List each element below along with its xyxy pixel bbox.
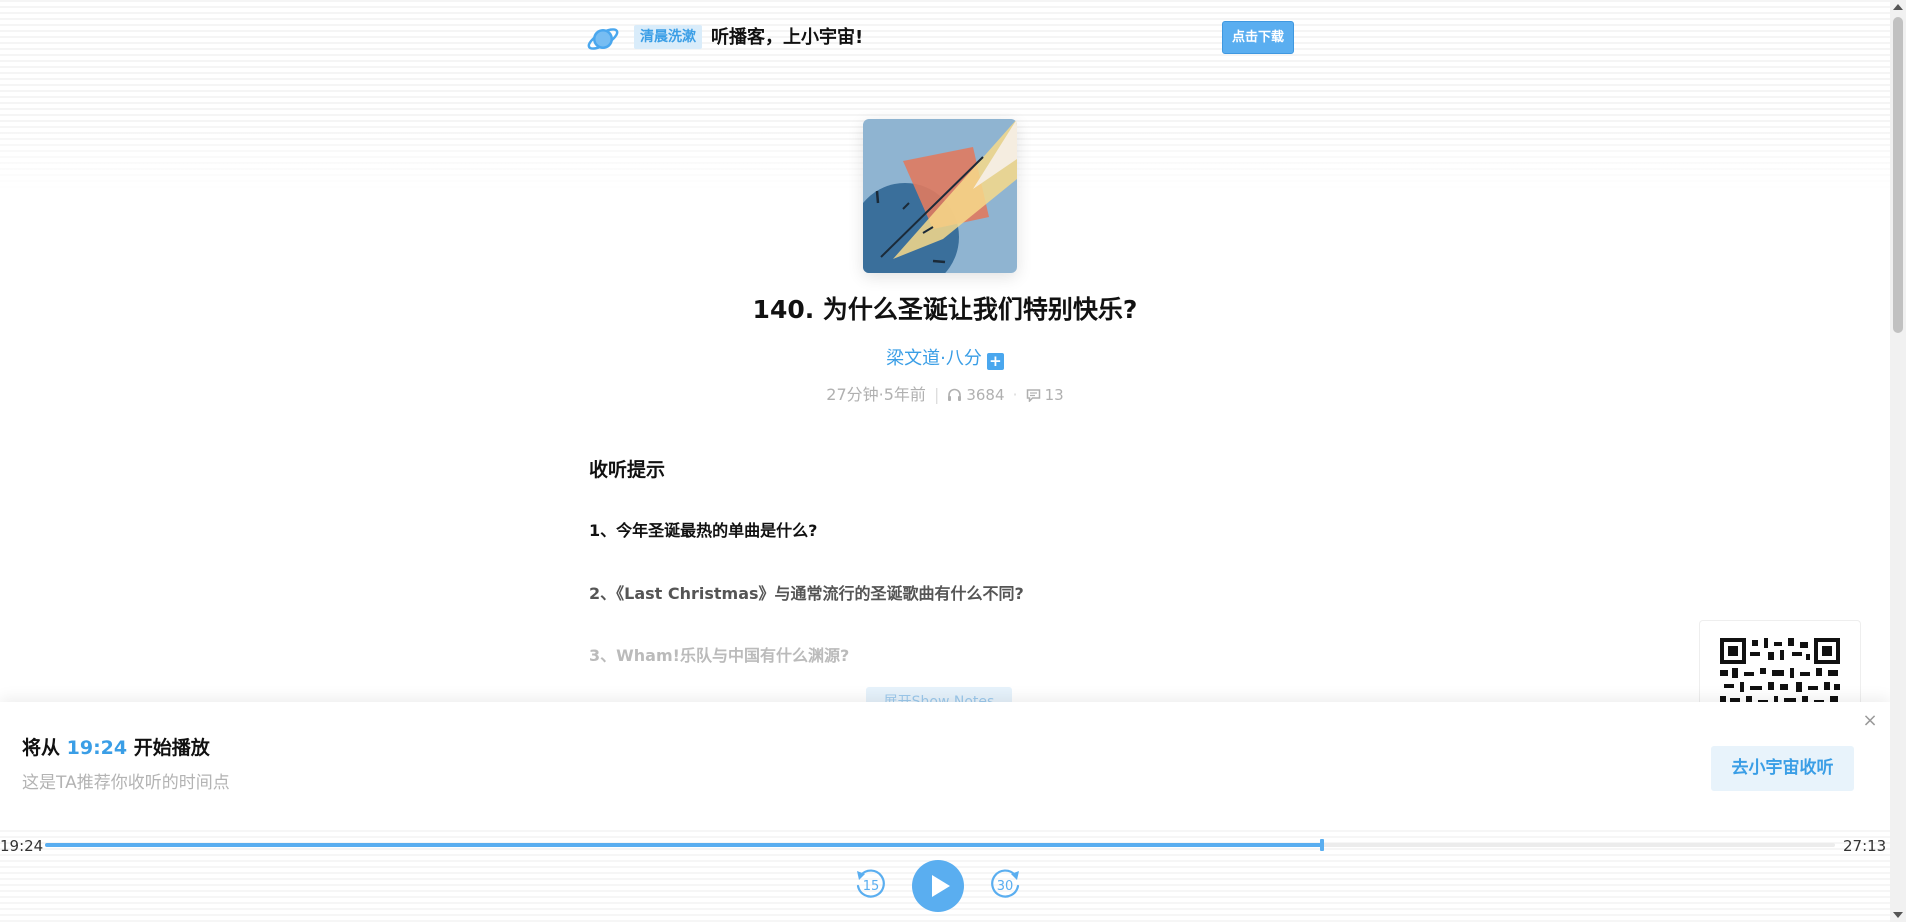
shownote-item: 2、《Last Christmas》与通常流行的圣诞歌曲有什么不同? bbox=[589, 584, 1024, 603]
plus-icon[interactable]: + bbox=[986, 353, 1004, 370]
progress-bar[interactable] bbox=[45, 839, 1835, 851]
scroll-up-arrow-icon[interactable] bbox=[1893, 4, 1903, 10]
category-tag: 清晨洗漱 bbox=[634, 25, 702, 49]
rewind-seconds: 15 bbox=[863, 879, 880, 894]
app-header: 清晨洗漱 听播客，上小宇宙! 点击下载 bbox=[586, 20, 1294, 56]
author-row: 梁文道·八分 + bbox=[0, 346, 1890, 372]
player-panel: 将从 19:24 开始播放 这是TA推荐你收听的时间点 × 去小宇宙收听 19:… bbox=[0, 702, 1890, 922]
meta-divider: | bbox=[933, 385, 940, 404]
play-button[interactable] bbox=[912, 860, 964, 912]
shownotes: 收听提示 1、今年圣诞最热的单曲是什么? 2、《Last Christmas》与… bbox=[589, 454, 1301, 665]
planet-logo-icon[interactable] bbox=[586, 22, 620, 56]
scroll-down-arrow-icon[interactable] bbox=[1893, 912, 1903, 918]
podcast-author-link[interactable]: 梁文道·八分 bbox=[886, 348, 982, 369]
start-suffix: 开始播放 bbox=[133, 737, 210, 759]
start-time-hint: 这是TA推荐你收听的时间点 bbox=[22, 773, 230, 793]
current-time: 19:24 bbox=[0, 837, 44, 855]
progress-fill bbox=[45, 843, 1323, 847]
duration-age: 27分钟·5年前 bbox=[826, 385, 926, 404]
scroll-thumb[interactable] bbox=[1893, 17, 1903, 333]
comment-count: 13 bbox=[1044, 386, 1064, 404]
start-prefix: 将从 bbox=[22, 737, 61, 759]
shownote-item: 1、今年圣诞最热的单曲是什么? bbox=[589, 521, 818, 540]
headphones-icon bbox=[948, 388, 962, 401]
meta-dot: · bbox=[1012, 385, 1018, 404]
shownotes-heading: 收听提示 bbox=[589, 459, 666, 481]
header-slogan: 听播客，上小宇宙! bbox=[711, 27, 864, 48]
download-button[interactable]: 点击下载 bbox=[1222, 21, 1294, 54]
play-count: 3684 bbox=[966, 386, 1005, 404]
progress-handle[interactable] bbox=[1320, 839, 1325, 851]
start-time-notice: 将从 19:24 开始播放 bbox=[22, 735, 210, 761]
episode-meta: 27分钟·5年前 | 3684 · 13 bbox=[0, 383, 1890, 407]
forward-30-button[interactable]: 30 bbox=[987, 866, 1023, 902]
cover-illustration bbox=[863, 119, 1017, 273]
episode-cover-art bbox=[863, 119, 1017, 273]
qr-code-card bbox=[1699, 620, 1861, 710]
shownote-item: 3、Wham!乐队与中国有什么渊源? bbox=[589, 646, 850, 665]
episode-title: 140. 为什么圣诞让我们特别快乐? bbox=[752, 295, 1138, 324]
total-time: 27:13 bbox=[1843, 837, 1887, 855]
page-scrollbar[interactable] bbox=[1890, 0, 1906, 922]
forward-seconds: 30 bbox=[997, 879, 1014, 894]
rewind-15-button[interactable]: 15 bbox=[853, 866, 889, 902]
start-time: 19:24 bbox=[66, 737, 128, 759]
comment-icon bbox=[1026, 389, 1040, 402]
qr-code-icon bbox=[1720, 638, 1840, 710]
open-in-app-button[interactable]: 去小宇宙收听 bbox=[1711, 746, 1854, 791]
close-icon[interactable]: × bbox=[1861, 712, 1879, 730]
